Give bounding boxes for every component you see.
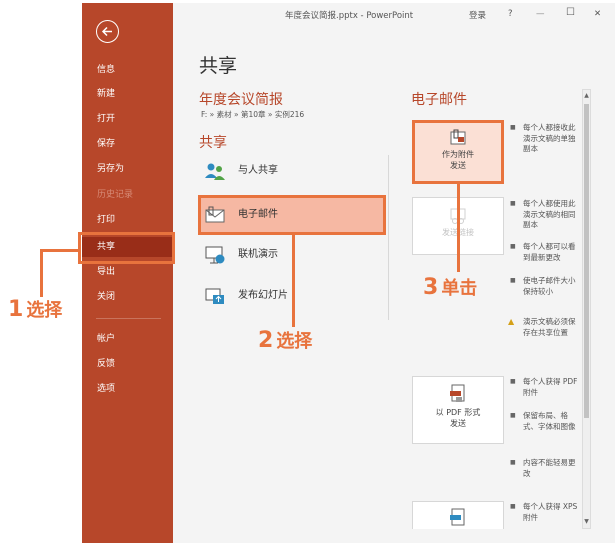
send-as-attachment-button[interactable]: 作为附件 发送 bbox=[412, 120, 504, 184]
share-option-label: 发布幻灯片 bbox=[238, 290, 288, 301]
description-item: ■ 使电子邮件大小保持较小 bbox=[510, 276, 576, 296]
email-icon bbox=[204, 205, 226, 225]
share-section-title: 共享 bbox=[199, 135, 227, 151]
document-title: 年度会议简报 bbox=[199, 92, 283, 108]
card-label-line1: 作为附件 bbox=[442, 150, 474, 159]
description-warning: ▲ 演示文稿必须保存在共享位置 bbox=[508, 317, 576, 337]
document-path: F: » 素材 » 第10章 » 实例216 bbox=[201, 110, 305, 119]
sidebar-item-save-as[interactable]: 另存为 bbox=[82, 159, 173, 179]
maximize-button[interactable]: ☐ bbox=[566, 7, 575, 18]
send-as-xps-button[interactable] bbox=[412, 501, 504, 529]
publish-slides-icon bbox=[204, 286, 226, 306]
share-option-label: 与人共享 bbox=[238, 165, 278, 176]
sidebar-item-new[interactable]: 新建 bbox=[82, 84, 173, 104]
page-title: 共享 bbox=[199, 55, 238, 77]
xps-icon bbox=[450, 508, 465, 526]
window-title: 年度会议简报.pptx - PowerPoint bbox=[285, 11, 414, 21]
attachment-icon bbox=[450, 129, 466, 145]
close-button[interactable]: ✕ bbox=[594, 9, 601, 19]
people-icon bbox=[204, 161, 226, 181]
scrollbar-thumb[interactable] bbox=[584, 104, 589, 418]
sidebar-item-open[interactable]: 打开 bbox=[82, 109, 173, 129]
minimize-button[interactable]: — bbox=[536, 9, 545, 19]
card-label-line1: 以 PDF 形式 bbox=[435, 408, 481, 417]
sidebar-item-close[interactable]: 关闭 bbox=[82, 287, 173, 307]
sidebar-item-feedback[interactable]: 反馈 bbox=[82, 354, 173, 374]
send-as-pdf-button[interactable]: 以 PDF 形式 发送 bbox=[412, 376, 504, 444]
sidebar-item-options[interactable]: 选项 bbox=[82, 379, 173, 399]
scroll-down-icon[interactable]: ▼ bbox=[583, 517, 590, 527]
description-item: ■ 保留布局、格式、字体和图像 bbox=[510, 411, 576, 431]
callout-line bbox=[292, 235, 295, 327]
sidebar-item-save[interactable]: 保存 bbox=[82, 134, 173, 154]
step2-label: 2 选择 bbox=[258, 328, 313, 353]
signin-link[interactable]: 登录 bbox=[469, 9, 486, 21]
callout-line bbox=[40, 249, 43, 297]
description-item: ■ 每个人获得 XPS 附件 bbox=[510, 502, 578, 522]
warning-icon: ▲ bbox=[508, 317, 515, 326]
present-online-icon bbox=[204, 245, 226, 265]
share-option-email[interactable]: 电子邮件 bbox=[198, 195, 386, 235]
backstage-sidebar: 信息 新建 打开 保存 另存为 历史记录 打印 共享 导出 关闭 帐户 反馈 选… bbox=[82, 3, 173, 543]
share-option-people[interactable]: 与人共享 bbox=[198, 151, 386, 191]
description-item: ■ 每个人都接收此演示文稿的单独副本 bbox=[510, 123, 576, 153]
sidebar-divider bbox=[96, 318, 161, 319]
pdf-icon bbox=[450, 384, 465, 402]
scroll-up-icon[interactable]: ▲ bbox=[583, 91, 590, 101]
column-divider bbox=[388, 155, 389, 320]
share-option-label: 电子邮件 bbox=[238, 209, 278, 220]
description-item: ■ 每个人获得 PDF 附件 bbox=[510, 377, 578, 397]
sidebar-item-print[interactable]: 打印 bbox=[82, 210, 173, 230]
callout-line bbox=[40, 249, 80, 252]
vertical-scrollbar[interactable]: ▲ ▼ bbox=[582, 89, 591, 529]
email-section-title: 电子邮件 bbox=[411, 92, 467, 108]
step1-label: 1 选择 bbox=[8, 297, 63, 322]
back-arrow-icon[interactable] bbox=[96, 20, 119, 43]
share-panel: 年度会议简报.pptx - PowerPoint 登录 ? — ☐ ✕ 共享 年… bbox=[173, 3, 615, 543]
callout-line bbox=[457, 184, 460, 272]
description-item: ■ 每个人都使用此演示文稿的相同副本 bbox=[510, 199, 576, 229]
card-label-line2: 发送 bbox=[450, 161, 466, 170]
step3-label: 3 单击 bbox=[423, 275, 478, 300]
sidebar-item-account[interactable]: 帐户 bbox=[82, 329, 173, 349]
description-item: ■ 每个人都可以看到最新更改 bbox=[510, 242, 576, 262]
share-option-label: 联机演示 bbox=[238, 249, 278, 260]
card-label-line2: 发送 bbox=[450, 419, 466, 428]
help-button[interactable]: ? bbox=[508, 9, 513, 19]
sidebar-item-history: 历史记录 bbox=[97, 190, 134, 200]
highlight-box-share bbox=[78, 232, 175, 264]
title-bar: 年度会议简报.pptx - PowerPoint 登录 ? — ☐ ✕ bbox=[173, 3, 615, 25]
description-item: ■ 内容不能轻易更改 bbox=[510, 458, 576, 478]
sidebar-item-info[interactable]: 信息 bbox=[82, 60, 173, 80]
sidebar-item-export[interactable]: 导出 bbox=[82, 262, 173, 282]
